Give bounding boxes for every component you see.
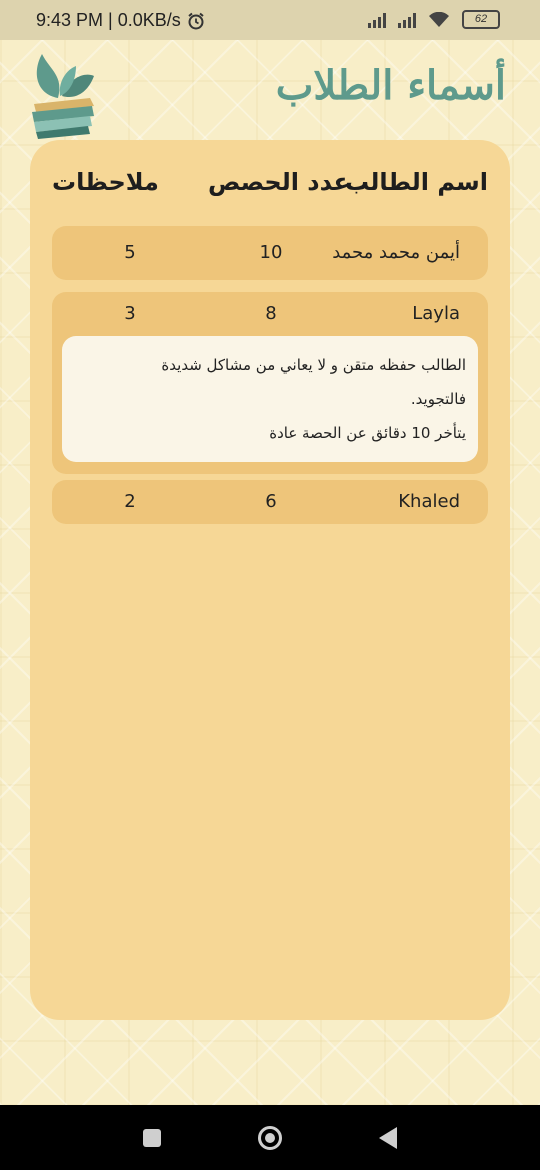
student-name: Layla	[412, 303, 460, 324]
notes-count: 3	[124, 303, 136, 324]
header-student-name: اسم الطالب	[344, 168, 488, 196]
header-notes: ملاحظات	[52, 168, 159, 196]
back-icon	[379, 1126, 397, 1149]
header: أسماء الطلاب	[0, 40, 540, 140]
page-title: أسماء الطلاب	[275, 62, 506, 109]
signal-icon-2	[398, 12, 416, 28]
book-leaf-logo	[32, 54, 94, 139]
recents-button[interactable]	[122, 1105, 182, 1170]
header-sessions-count: عدد الحصص	[208, 168, 350, 196]
student-name: Khaled	[398, 491, 460, 512]
battery-icon: 62	[462, 10, 500, 29]
sessions-count: 8	[265, 303, 277, 324]
home-icon	[258, 1125, 282, 1150]
row-line: Layla 8 3	[52, 292, 488, 336]
student-row[interactable]: أيمن محمد محمد 10 5	[52, 226, 488, 280]
back-button[interactable]	[358, 1105, 418, 1170]
student-row-expanded[interactable]: Layla 8 3 الطالب حفظه متقن و لا يعاني من…	[52, 292, 488, 474]
sessions-count: 6	[265, 491, 277, 512]
note-line: الطالب حفظه متقن و لا يعاني من مشاكل شدي…	[161, 356, 466, 374]
status-left: 9:43 PM | 0.0KB/s	[36, 10, 205, 31]
status-time-speed: 9:43 PM | 0.0KB/s	[36, 10, 181, 30]
row-line: Khaled 6 2	[52, 480, 488, 524]
sessions-count: 10	[259, 242, 283, 263]
note-line: فالتجويد.	[410, 390, 466, 408]
status-right: 62	[368, 10, 500, 29]
notes-count: 5	[124, 242, 136, 263]
signal-icon	[368, 12, 386, 28]
recents-icon	[143, 1128, 161, 1147]
wifi-icon	[429, 11, 449, 27]
column-headers: اسم الطالب عدد الحصص ملاحظات	[52, 168, 488, 204]
students-card: اسم الطالب عدد الحصص ملاحظات أيمن محمد م…	[30, 140, 510, 1020]
alarm-icon	[188, 12, 204, 29]
student-row[interactable]: Khaled 6 2	[52, 480, 488, 524]
student-name: أيمن محمد محمد	[332, 242, 460, 263]
home-button[interactable]	[240, 1105, 300, 1170]
notes-count: 2	[124, 491, 136, 512]
row-line: أيمن محمد محمد 10 5	[52, 226, 488, 280]
student-notes-box: الطالب حفظه متقن و لا يعاني من مشاكل شدي…	[62, 336, 478, 462]
note-line: يتأخر 10 دقائق عن الحصة عادة	[269, 424, 466, 442]
status-bar: 9:43 PM | 0.0KB/s 62	[0, 0, 540, 40]
system-nav-bar	[0, 1105, 540, 1170]
